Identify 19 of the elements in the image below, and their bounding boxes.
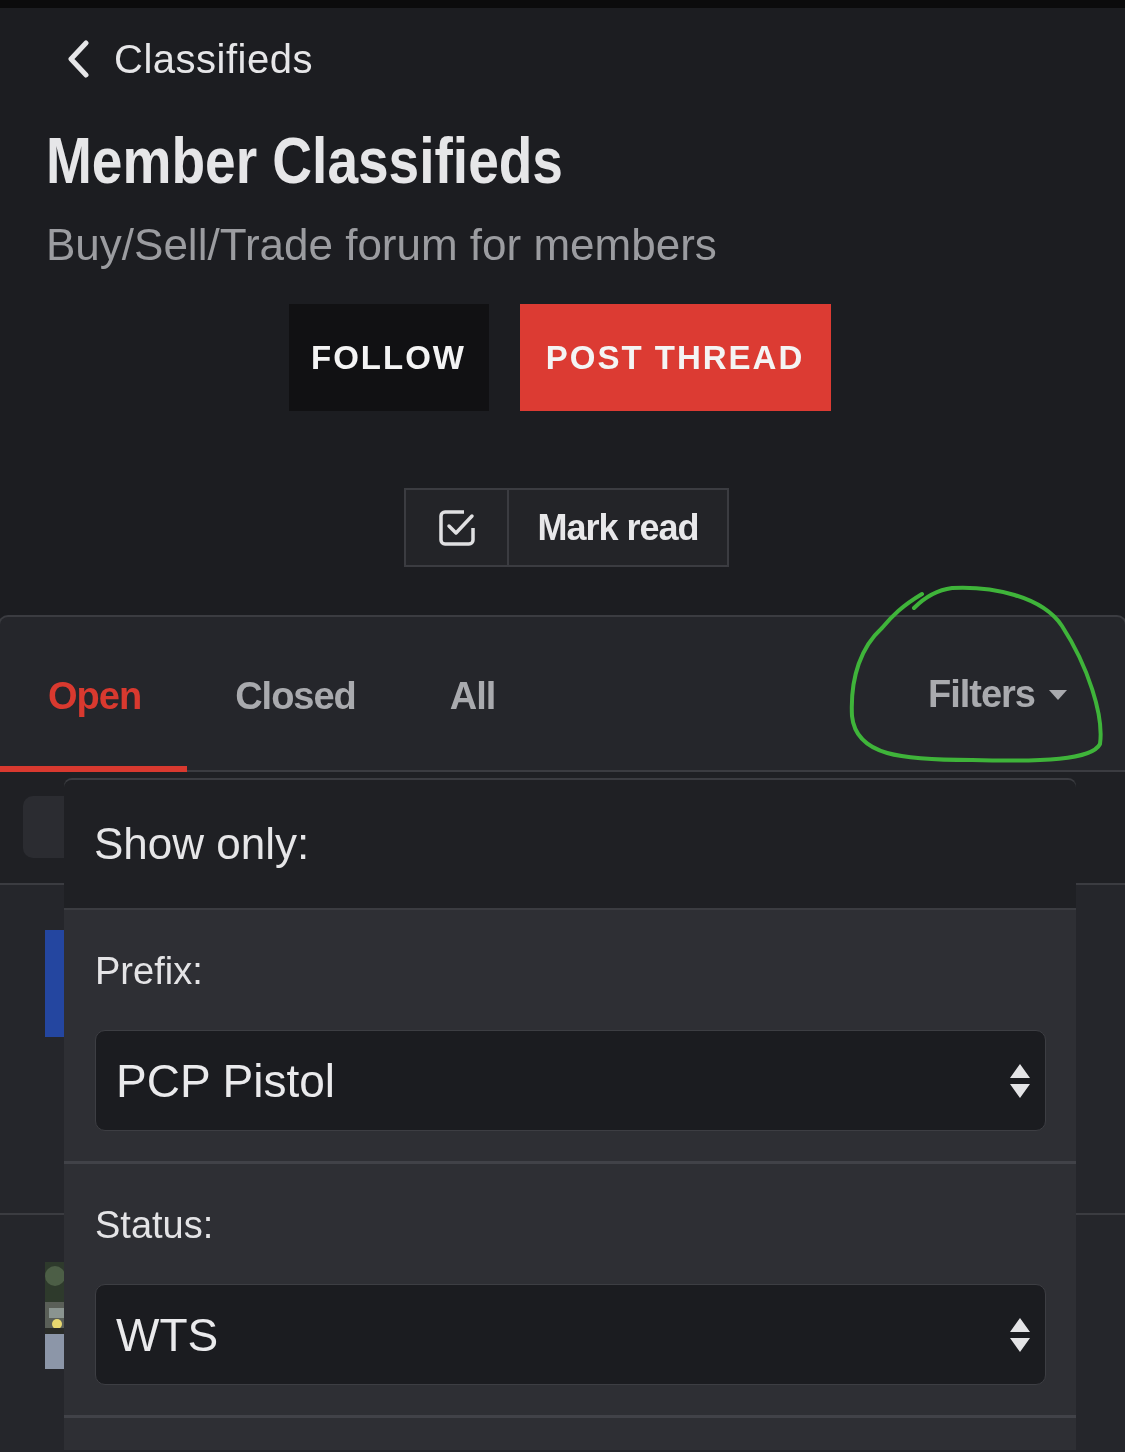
post-thread-button[interactable]: POST THREAD <box>519 304 831 411</box>
select-arrows-icon <box>1009 1316 1031 1353</box>
menu-heading: Show only: <box>94 819 310 869</box>
back-chevron-icon[interactable] <box>66 40 90 78</box>
select-field[interactable]: WTS <box>95 1284 1046 1385</box>
field-label: Prefix: <box>95 949 204 994</box>
checkbox-icon <box>437 508 476 547</box>
select-arrows-icon <box>1009 1062 1031 1099</box>
tab[interactable]: All <box>401 617 542 772</box>
mark-read-button[interactable]: Mark read <box>404 488 729 567</box>
caret-icon <box>1049 689 1067 700</box>
follow-button[interactable]: FOLLOW <box>288 304 489 411</box>
select-field[interactable]: PCP Pistol <box>95 1030 1046 1131</box>
tab[interactable]: Closed <box>187 617 402 772</box>
field-label: Status: <box>95 1203 215 1248</box>
back-link[interactable]: Classifieds <box>114 36 313 82</box>
page-subtitle: Buy/Sell/Trade forum for members <box>46 220 718 270</box>
filters-button[interactable]: Filters <box>927 673 1067 716</box>
page-title: Member Classifieds <box>46 126 563 196</box>
